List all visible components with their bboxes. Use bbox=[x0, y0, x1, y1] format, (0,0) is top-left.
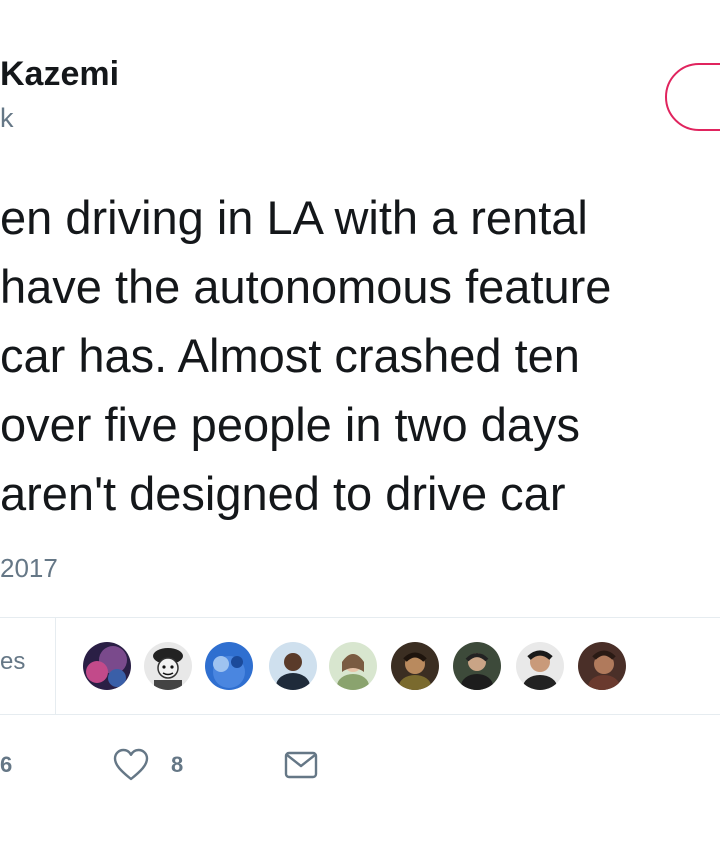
avatar[interactable] bbox=[576, 640, 628, 692]
avatar[interactable] bbox=[142, 640, 194, 692]
likes-label[interactable]: es bbox=[0, 648, 25, 676]
author-handle[interactable]: k bbox=[0, 103, 14, 134]
retweet-count[interactable]: 6 bbox=[0, 752, 12, 778]
heart-outline-icon[interactable] bbox=[113, 748, 149, 787]
tweet-text-line: aren't designed to drive car bbox=[0, 467, 566, 520]
tweet-text: en driving in LA with a rental have the … bbox=[0, 183, 611, 528]
avatar[interactable] bbox=[81, 640, 133, 692]
author-name[interactable]: Kazemi bbox=[0, 55, 119, 94]
like-count[interactable]: 8 bbox=[171, 752, 183, 778]
stats-divider bbox=[55, 618, 56, 714]
avatar[interactable] bbox=[389, 640, 441, 692]
tweet-text-line: en driving in LA with a rental bbox=[0, 191, 588, 244]
avatar[interactable] bbox=[327, 640, 379, 692]
tweet-text-line: have the autonomous feature bbox=[0, 260, 612, 313]
avatar[interactable] bbox=[267, 640, 319, 692]
avatar[interactable] bbox=[514, 640, 566, 692]
tweet-card: Kazemi k en driving in LA with a rental … bbox=[0, 0, 720, 845]
avatar[interactable] bbox=[203, 640, 255, 692]
divider bbox=[0, 714, 720, 715]
follow-button[interactable] bbox=[665, 63, 720, 131]
tweet-timestamp[interactable]: 2017 bbox=[0, 553, 58, 584]
avatar[interactable] bbox=[451, 640, 503, 692]
tweet-text-line: car has. Almost crashed ten bbox=[0, 329, 580, 382]
divider bbox=[0, 617, 720, 618]
tweet-text-line: over five people in two days bbox=[0, 398, 580, 451]
envelope-icon[interactable] bbox=[284, 750, 318, 785]
